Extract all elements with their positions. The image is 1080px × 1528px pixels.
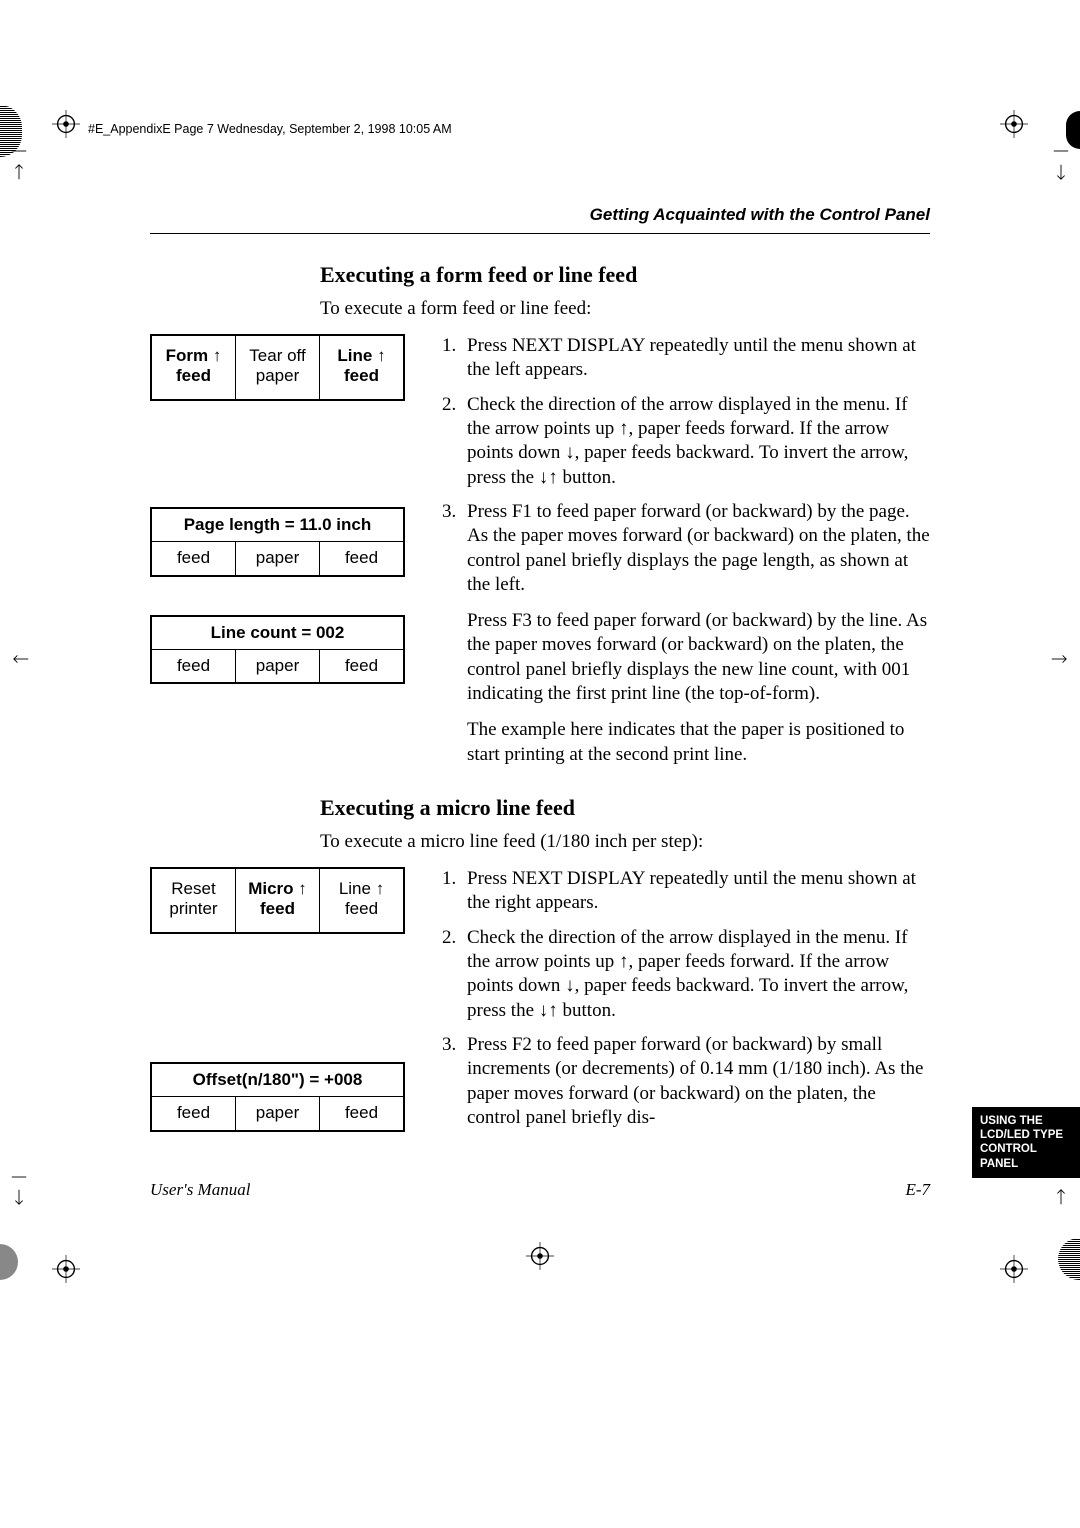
- lcd-cell: Micro ↑feed: [235, 869, 319, 932]
- step-item: Press NEXT DISPLAY repeatedly until the …: [461, 867, 930, 916]
- crop-tick-icon: [1052, 142, 1070, 160]
- lcd-cell: paper: [235, 1097, 319, 1129]
- crop-arrow-icon: [10, 163, 28, 181]
- lcd-cell: paper: [235, 650, 319, 682]
- lcd-display: Form ↑feed Tear offpaper Line ↑feed: [150, 334, 405, 401]
- section-intro: To execute a micro line feed (1/180 inch…: [320, 831, 930, 853]
- lcd-cell: feed: [152, 542, 235, 574]
- crop-arrow-icon: [1052, 163, 1070, 181]
- crop-arrow-icon: [1050, 650, 1068, 668]
- lcd-cell: feed: [319, 542, 403, 574]
- page-number: E-7: [905, 1180, 930, 1200]
- crop-stripe-right-bottom: [1058, 1238, 1080, 1280]
- lcd-cell: Tear offpaper: [235, 336, 319, 399]
- registration-mark-icon: [526, 1242, 554, 1270]
- step-list: Press NEXT DISPLAY repeatedly until the …: [435, 867, 930, 1140]
- crop-tick-icon: [10, 1168, 28, 1186]
- lcd-cell: feed: [152, 1097, 235, 1129]
- lcd-cell: feed: [152, 650, 235, 682]
- crop-tick-icon: [10, 142, 28, 160]
- section-intro: To execute a form feed or line feed:: [320, 298, 930, 320]
- step-item: Press F1 to feed paper forward (or backw…: [461, 500, 930, 767]
- page-file-header: #E_AppendixE Page 7 Wednesday, September…: [88, 122, 452, 136]
- thumb-tab: USING THE LCD/LED TYPE CONTROL PANEL: [972, 1107, 1080, 1179]
- lcd-cell: Line ↑feed: [319, 336, 403, 399]
- step-item: Press NEXT DISPLAY repeatedly until the …: [461, 334, 930, 383]
- crop-arrow-icon: [12, 650, 30, 668]
- footer-left: User's Manual: [150, 1180, 250, 1200]
- lcd-cell: Line ↑feed: [319, 869, 403, 932]
- lcd-display: Resetprinter Micro ↑feed Line ↑feed: [150, 867, 405, 934]
- lcd-title: Offset(n/180") = +008: [152, 1064, 403, 1096]
- registration-mark-icon: [52, 1255, 80, 1283]
- step-item: Check the direction of the arrow display…: [461, 926, 930, 1023]
- section-heading: Executing a micro line feed: [320, 795, 930, 821]
- lcd-cell: Form ↑feed: [152, 336, 235, 399]
- step-paragraph: The example here indicates that the pape…: [467, 718, 930, 767]
- step-item: Press F2 to feed paper forward (or backw…: [461, 1033, 930, 1130]
- up-arrow-icon: ↑: [213, 346, 222, 365]
- crop-arrow-icon: [10, 1188, 28, 1206]
- registration-mark-icon: [1000, 110, 1028, 138]
- running-head: Getting Acquainted with the Control Pane…: [150, 205, 930, 225]
- lcd-title: Page length = 11.0 inch: [152, 509, 403, 541]
- step-item: Check the direction of the arrow display…: [461, 393, 930, 490]
- step-paragraph: Press F3 to feed paper forward (or backw…: [467, 609, 930, 706]
- up-arrow-icon: ↑: [377, 346, 386, 365]
- lcd-cell: Resetprinter: [152, 869, 235, 932]
- lcd-cell: paper: [235, 542, 319, 574]
- up-arrow-icon: ↑: [298, 879, 307, 898]
- step-list: Press NEXT DISPLAY repeatedly until the …: [435, 334, 930, 777]
- crop-stripe-left-bottom: [0, 1244, 18, 1280]
- lcd-display: Offset(n/180") = +008 feed paper feed: [150, 1062, 405, 1132]
- divider: [150, 233, 930, 234]
- lcd-cell: feed: [319, 1097, 403, 1129]
- lcd-display: Line count = 002 feed paper feed: [150, 615, 405, 685]
- lcd-display: Page length = 11.0 inch feed paper feed: [150, 507, 405, 577]
- up-arrow-icon: ↑: [376, 879, 385, 898]
- lcd-cell: feed: [319, 650, 403, 682]
- section-heading: Executing a form feed or line feed: [320, 262, 930, 288]
- registration-mark-icon: [52, 110, 80, 138]
- crop-arrow-icon: [1052, 1188, 1070, 1206]
- registration-mark-icon: [1000, 1255, 1028, 1283]
- lcd-title: Line count = 002: [152, 617, 403, 649]
